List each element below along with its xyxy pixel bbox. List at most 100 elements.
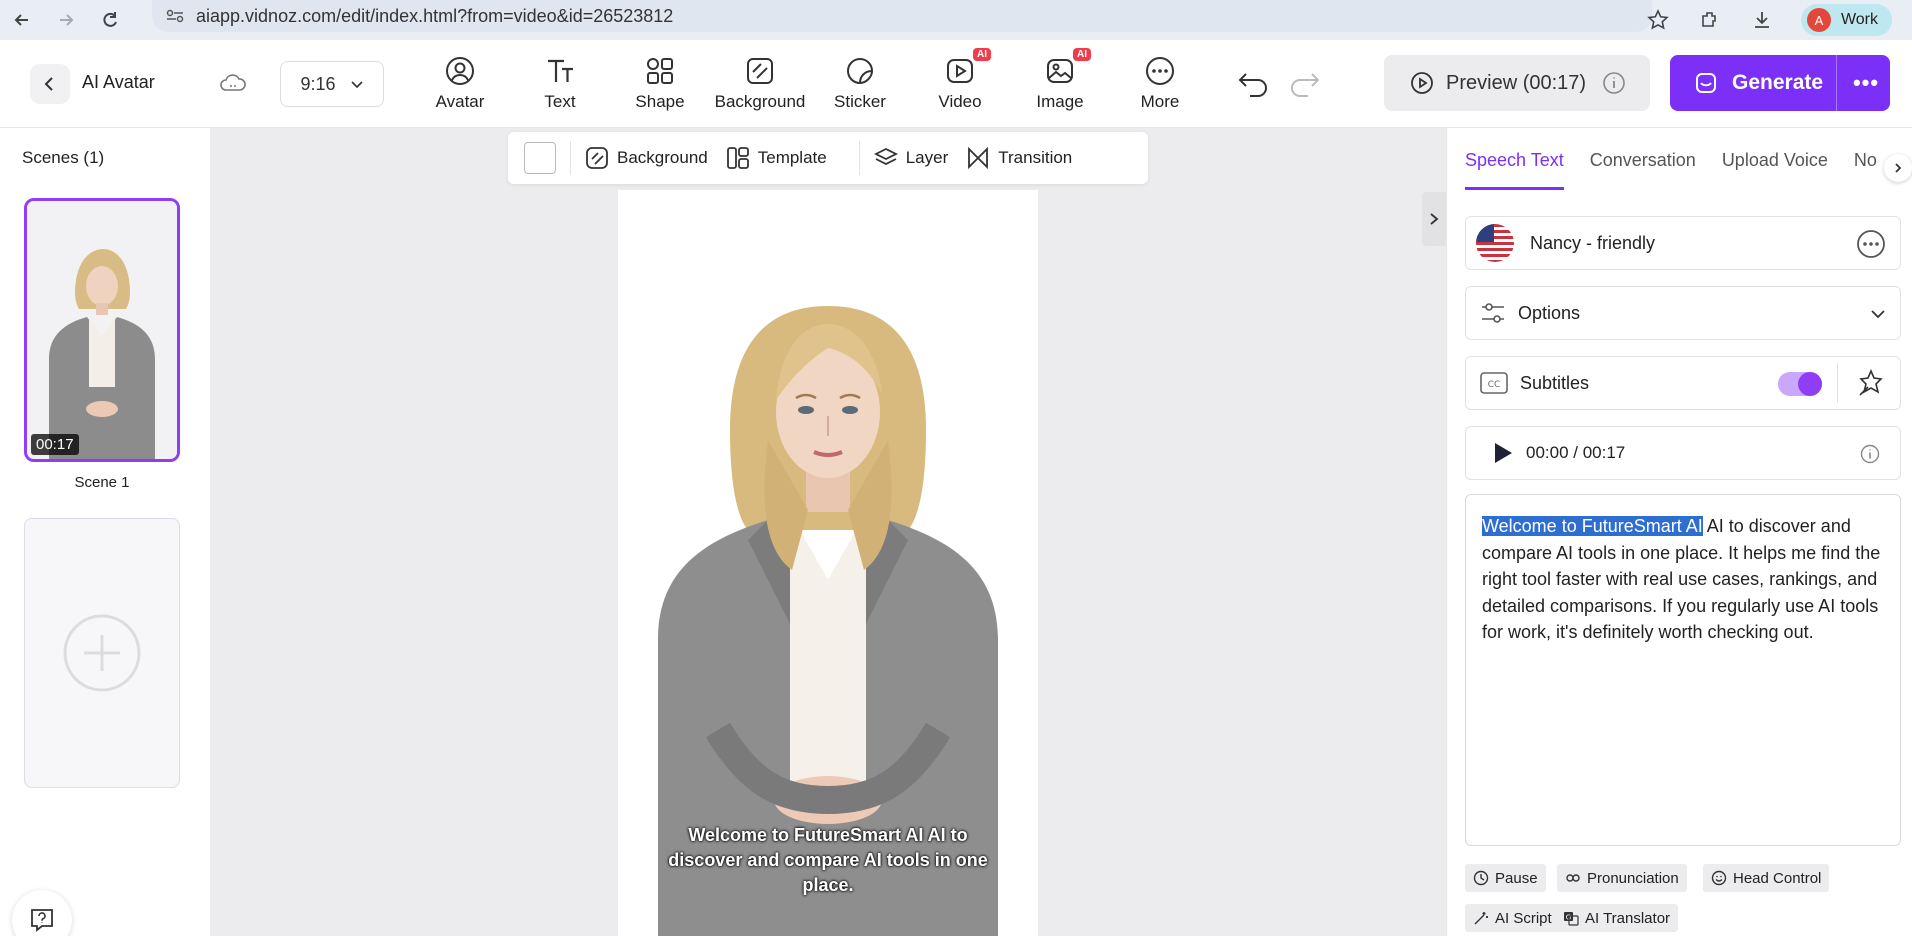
pause-button[interactable]: Pause	[1465, 864, 1546, 892]
play-icon[interactable]	[1492, 441, 1514, 465]
browser-back-icon[interactable]	[0, 0, 44, 40]
profile-name: Work	[1840, 11, 1878, 28]
extensions-icon[interactable]	[1697, 7, 1723, 33]
voice-selector[interactable]: Nancy - friendly	[1465, 216, 1901, 270]
preview-button[interactable]: Preview (00:17)	[1384, 55, 1650, 111]
layer-label: Layer	[905, 148, 949, 167]
profile-button[interactable]: A Work	[1800, 4, 1892, 36]
ai-badge: AI	[973, 48, 991, 61]
subtitles-toggle[interactable]	[1778, 372, 1822, 396]
layer-button[interactable]: Layer	[873, 146, 949, 170]
background-icon	[586, 147, 608, 169]
video-stage[interactable]: Welcome to FutureSmart AI AI to discover…	[618, 190, 1038, 936]
svg-text:CC: CC	[1488, 380, 1501, 390]
tool-background[interactable]: Background	[710, 54, 810, 118]
chevron-down-icon	[1871, 310, 1885, 319]
selected-text: Welcome to FutureSmart AI	[1482, 516, 1703, 536]
undo-icon[interactable]	[1236, 66, 1272, 100]
download-icon[interactable]	[1749, 7, 1775, 33]
tool-avatar-label: Avatar	[435, 92, 485, 111]
tool-image-label: Image	[1036, 92, 1084, 111]
subtitle-style-icon[interactable]	[1856, 368, 1886, 398]
add-scene-button[interactable]	[24, 518, 180, 788]
tool-background-label: Background	[714, 92, 806, 111]
url-text[interactable]: aiapp.vidnoz.com/edit/index.html?from=vi…	[196, 6, 673, 27]
tool-sticker-label: Sticker	[834, 92, 886, 111]
browser-forward-icon[interactable]	[44, 0, 88, 40]
info-icon[interactable]	[1860, 444, 1880, 464]
tool-more-label: More	[1140, 92, 1180, 111]
tabs-scroll-button[interactable]	[1884, 154, 1912, 182]
chevron-right-icon	[1895, 163, 1902, 173]
generate-more-button[interactable]: •••	[1842, 55, 1890, 111]
tool-text[interactable]: Text	[510, 54, 610, 118]
more-options-icon[interactable]	[1856, 229, 1886, 259]
head-control-button[interactable]: Head Control	[1703, 864, 1830, 892]
ai-script-button[interactable]: AI Script	[1465, 904, 1560, 932]
chevron-right-icon	[1430, 213, 1439, 225]
ai-translator-label: AI Translator	[1585, 909, 1671, 927]
chevron-down-icon	[350, 81, 363, 89]
browser-bar: aiapp.vidnoz.com/edit/index.html?from=vi…	[0, 0, 1912, 40]
pronunciation-icon	[1566, 874, 1580, 882]
aspect-ratio-select[interactable]: 9:16	[280, 61, 384, 107]
transition-button[interactable]: Transition	[966, 146, 1072, 170]
scene-thumbnail[interactable]: 00:17	[24, 198, 180, 462]
pronunciation-button[interactable]: Pronunciation	[1557, 864, 1687, 892]
tool-text-label: Text	[544, 92, 576, 111]
tab-upload-voice[interactable]: Upload Voice	[1722, 150, 1828, 190]
address-bar[interactable]: aiapp.vidnoz.com/edit/index.html?from=vi…	[152, 0, 1652, 32]
scenes-panel: Scenes (1) 00:17 Scene 1	[0, 128, 210, 936]
panel-collapse-button[interactable]	[1422, 192, 1446, 246]
more-icon	[1143, 54, 1177, 88]
us-flag-icon	[1476, 224, 1514, 262]
redo-icon[interactable]	[1286, 66, 1322, 100]
generate-button[interactable]: Generate •••	[1670, 55, 1890, 111]
options-label: Options	[1518, 302, 1581, 323]
speech-panel: Speech Text Conversation Upload Voice No…	[1446, 128, 1912, 936]
color-swatch[interactable]	[524, 142, 556, 174]
canvas-background-label: Background	[617, 148, 708, 167]
divider	[858, 141, 860, 175]
template-button[interactable]: Template	[726, 146, 827, 170]
cloud-sync-icon[interactable]	[218, 70, 248, 96]
tab-conversation[interactable]: Conversation	[1590, 150, 1696, 190]
speech-script-textarea[interactable]: Welcome to FutureSmart AI AI to discover…	[1465, 494, 1901, 846]
tool-more[interactable]: More	[1110, 54, 1210, 118]
scene-label: Scene 1	[74, 474, 130, 491]
ai-badge: AI	[1073, 48, 1091, 61]
subtitle-overlay[interactable]: Welcome to FutureSmart AI AI to discover…	[658, 823, 998, 898]
options-dropdown[interactable]: Options	[1465, 286, 1901, 340]
divider	[1837, 363, 1838, 403]
clock-icon	[1473, 870, 1489, 886]
tool-shape[interactable]: Shape	[610, 54, 710, 118]
canvas-background-button[interactable]: Background	[585, 146, 708, 170]
tab-speech-text[interactable]: Speech Text	[1465, 150, 1564, 190]
audio-player: 00:00 / 00:17	[1465, 426, 1901, 480]
background-icon	[743, 54, 777, 88]
sliders-icon	[1482, 303, 1504, 323]
help-button[interactable]	[12, 890, 72, 936]
preview-label: Preview (00:17)	[1446, 71, 1587, 94]
tool-video[interactable]: AI Video	[910, 48, 1010, 118]
transition-icon	[968, 146, 989, 170]
head-control-label: Head Control	[1733, 869, 1822, 887]
ai-script-label: AI Script	[1495, 909, 1552, 927]
smile-icon	[1711, 870, 1727, 886]
canvas-area: Background Template Layer Transition Wel…	[210, 128, 1446, 936]
browser-reload-icon[interactable]	[88, 0, 132, 40]
avatar-icon	[443, 54, 477, 88]
tab-more-partial[interactable]: No	[1854, 150, 1877, 190]
tool-image[interactable]: AI Image	[1010, 48, 1110, 118]
ai-translator-button[interactable]: G AI Translator	[1555, 904, 1679, 932]
tool-avatar[interactable]: Avatar	[410, 54, 510, 118]
bookmark-star-icon[interactable]	[1645, 7, 1671, 33]
site-settings-icon[interactable]	[166, 9, 184, 23]
plus-circle-icon	[63, 614, 141, 692]
template-icon	[726, 147, 749, 169]
back-button[interactable]	[30, 64, 70, 104]
editor-toolbar: AI Avatar 9:16 Avatar Text Shape Backgro…	[0, 40, 1912, 128]
video-icon: AI	[943, 48, 991, 88]
info-icon[interactable]	[1602, 71, 1626, 95]
tool-sticker[interactable]: Sticker	[810, 54, 910, 118]
